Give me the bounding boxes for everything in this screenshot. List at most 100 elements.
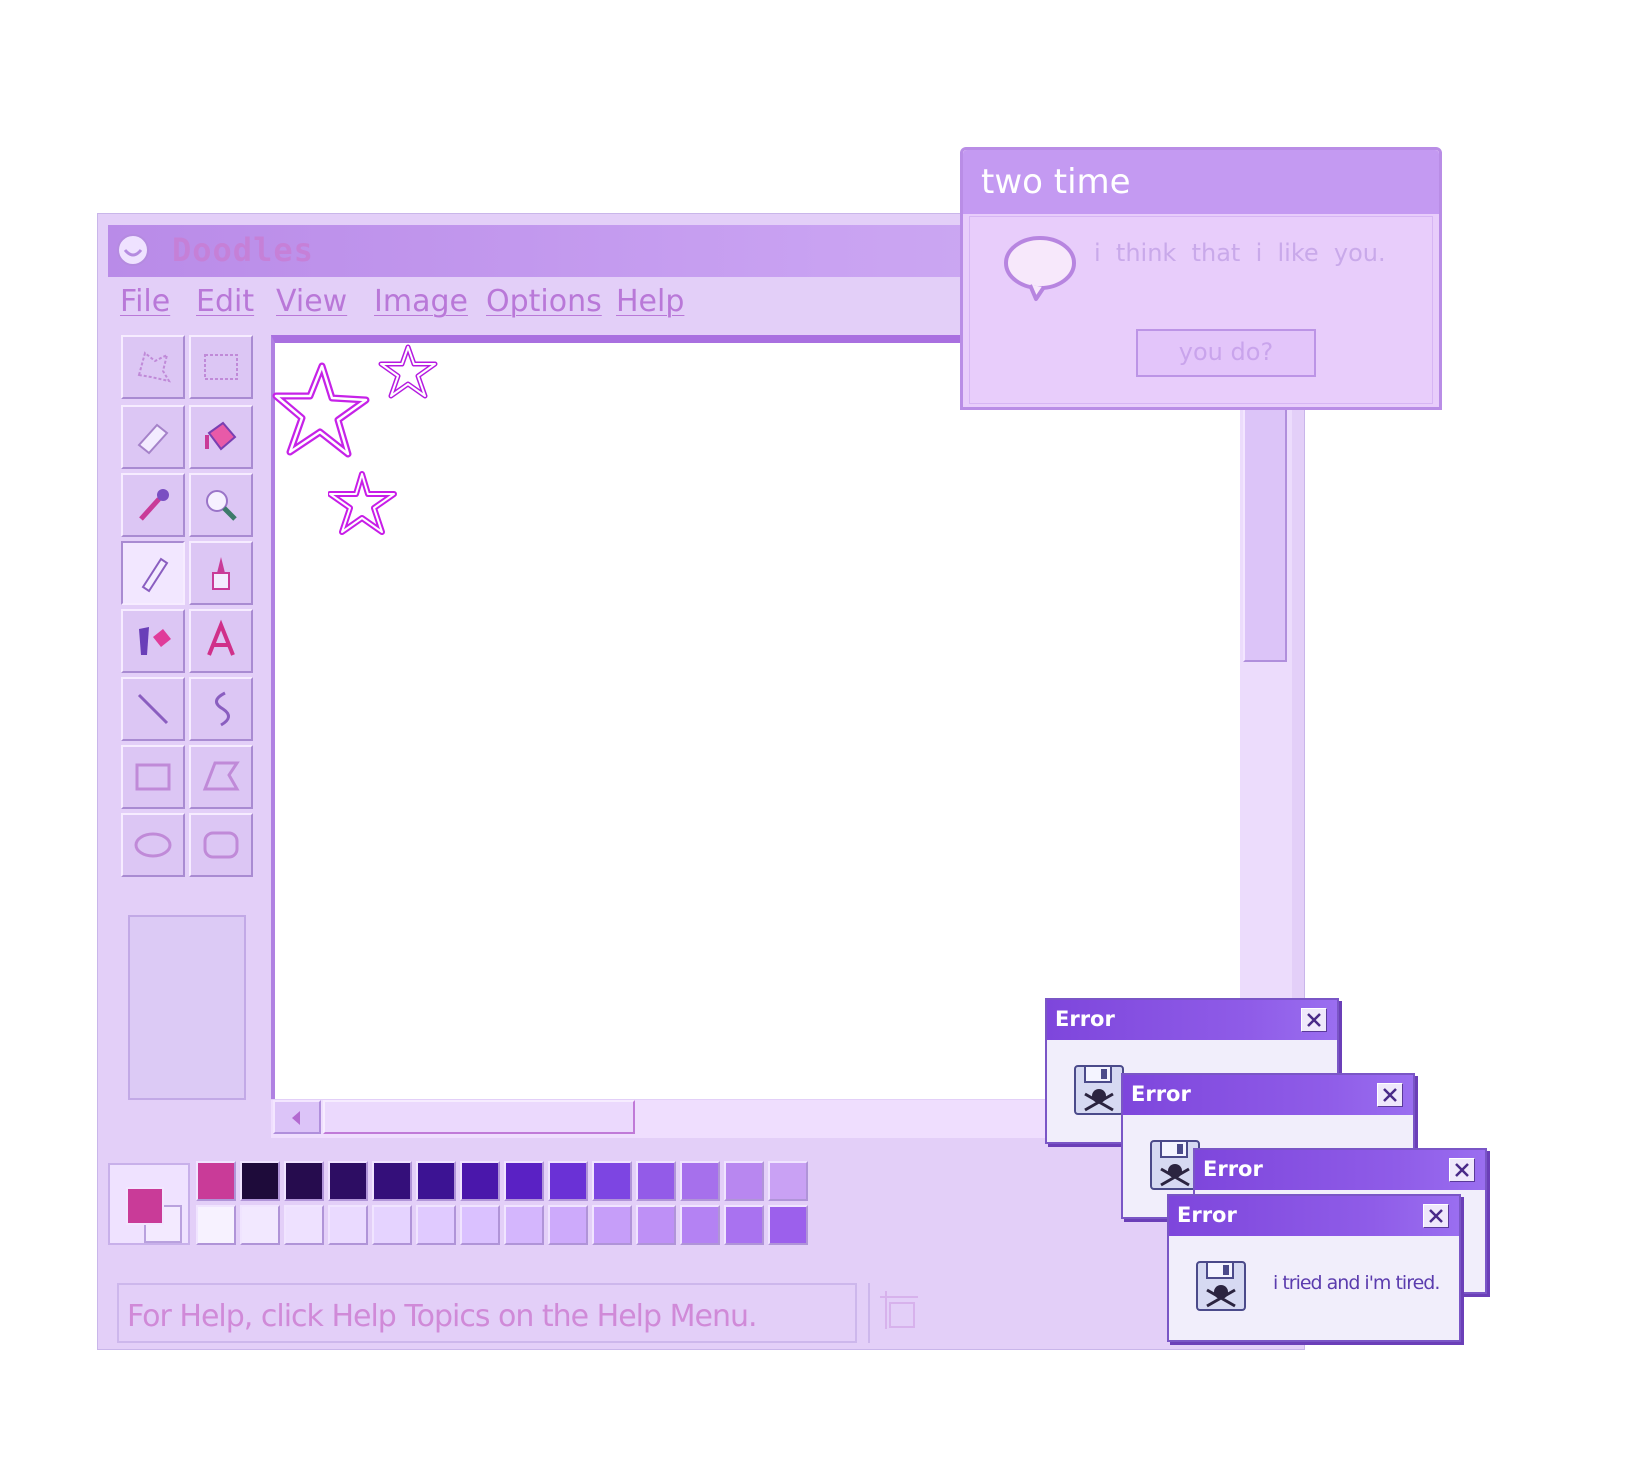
error-close-button[interactable]	[1423, 1204, 1449, 1228]
horizontal-scroll-thumb[interactable]	[323, 1100, 635, 1134]
paint-title: Doodles	[172, 231, 314, 269]
status-bar: For Help, click Help Topics on the Help …	[113, 1283, 1303, 1343]
floppy-skull-icon	[1074, 1065, 1124, 1115]
menu-options[interactable]: Options	[486, 284, 602, 319]
error-title: Error	[1055, 1007, 1115, 1031]
tool-ellipse[interactable]	[121, 813, 185, 877]
error-title: Error	[1203, 1157, 1263, 1181]
palette-swatch[interactable]	[372, 1161, 412, 1201]
tool-eraser[interactable]	[121, 405, 185, 469]
palette-swatch[interactable]	[328, 1205, 368, 1245]
palette-swatch[interactable]	[416, 1205, 456, 1245]
palette-swatch[interactable]	[548, 1161, 588, 1201]
palette-swatch[interactable]	[592, 1205, 632, 1245]
tool-pick-color[interactable]	[121, 473, 185, 537]
error-close-button[interactable]	[1449, 1158, 1475, 1182]
tool-magnifier[interactable]	[189, 473, 253, 537]
menu-file[interactable]: File	[120, 284, 170, 319]
palette-swatch[interactable]	[504, 1205, 544, 1245]
status-text-panel: For Help, click Help Topics on the Help …	[117, 1283, 857, 1343]
tool-free-form-select[interactable]	[121, 335, 185, 399]
error-title-bar[interactable]: Error	[1123, 1075, 1413, 1115]
error-title-bar[interactable]: Error	[1195, 1150, 1485, 1190]
medium-star-drawing	[328, 471, 397, 535]
palette-swatch[interactable]	[504, 1161, 544, 1201]
scroll-left-button[interactable]	[273, 1100, 321, 1134]
palette-swatch[interactable]	[768, 1205, 808, 1245]
tool-airbrush[interactable]	[121, 609, 185, 673]
error-title-bar[interactable]: Error	[1169, 1196, 1459, 1236]
line-icon	[137, 693, 169, 725]
message-reply-button[interactable]: you do?	[1136, 329, 1316, 377]
tool-pencil[interactable]	[121, 541, 185, 605]
tool-select[interactable]	[189, 335, 253, 399]
airbrush-icon	[139, 627, 171, 655]
foreground-color-swatch[interactable]	[126, 1187, 164, 1225]
menu-view[interactable]: View	[276, 284, 347, 319]
polygon-icon	[202, 761, 240, 791]
cursor-position-icon	[880, 1291, 918, 1329]
fill-bucket-icon	[205, 421, 237, 451]
palette-swatch[interactable]	[284, 1161, 324, 1201]
tool-options-box[interactable]	[128, 915, 246, 1100]
palette-swatch[interactable]	[592, 1161, 632, 1201]
close-icon	[1383, 1088, 1397, 1102]
palette-swatch[interactable]	[680, 1161, 720, 1201]
error-dialog-4: Error i tried and i'm tired.	[1167, 1194, 1461, 1342]
menu-edit[interactable]: Edit	[196, 284, 254, 319]
palette-swatch[interactable]	[240, 1205, 280, 1245]
drawing-canvas[interactable]	[271, 335, 1283, 1099]
palette-swatch[interactable]	[372, 1205, 412, 1245]
tool-rounded-rectangle[interactable]	[189, 813, 253, 877]
error-close-button[interactable]	[1301, 1008, 1327, 1032]
palette-swatch[interactable]	[548, 1205, 588, 1245]
tool-polygon[interactable]	[189, 745, 253, 809]
menu-help[interactable]: Help	[616, 284, 684, 319]
error-title-bar[interactable]: Error	[1047, 1000, 1337, 1040]
vertical-scroll-thumb[interactable]	[1243, 400, 1287, 662]
tool-brush[interactable]	[189, 541, 253, 605]
tool-fill[interactable]	[189, 405, 253, 469]
rounded-rectangle-icon	[203, 831, 239, 859]
error-title: Error	[1131, 1082, 1191, 1106]
tool-curve[interactable]	[189, 677, 253, 741]
magnifier-icon	[206, 490, 237, 521]
ellipse-icon	[134, 832, 172, 858]
free-form-select-icon	[137, 351, 172, 383]
palette-swatch[interactable]	[636, 1161, 676, 1201]
message-dialog: two time i think that i like you. you do…	[960, 147, 1442, 410]
message-text: i think that i like you.	[1094, 239, 1386, 267]
current-colors	[108, 1163, 190, 1245]
close-icon	[1429, 1209, 1443, 1223]
arrow-left-icon	[292, 1111, 300, 1125]
text-icon	[207, 619, 235, 656]
color-palette	[108, 1155, 848, 1255]
palette-swatch[interactable]	[724, 1161, 764, 1201]
error-close-button[interactable]	[1377, 1083, 1403, 1107]
close-icon	[1307, 1013, 1321, 1027]
palette-swatch[interactable]	[680, 1205, 720, 1245]
tool-text[interactable]	[189, 609, 253, 673]
palette-swatch[interactable]	[768, 1161, 808, 1201]
palette-swatch[interactable]	[636, 1205, 676, 1245]
small-star-drawing	[378, 344, 438, 399]
menu-image[interactable]: Image	[374, 284, 468, 319]
error-message: i tried and i'm tired.	[1273, 1272, 1440, 1294]
status-text: For Help, click Help Topics on the Help …	[127, 1299, 758, 1334]
palette-swatch[interactable]	[284, 1205, 324, 1245]
palette-swatch[interactable]	[460, 1205, 500, 1245]
palette-swatch[interactable]	[240, 1161, 280, 1201]
eraser-icon	[137, 423, 169, 455]
palette-swatch[interactable]	[416, 1161, 456, 1201]
message-title-bar[interactable]: two time	[963, 150, 1439, 214]
palette-swatch[interactable]	[196, 1205, 236, 1245]
error-title: Error	[1177, 1203, 1237, 1227]
palette-swatch[interactable]	[196, 1161, 236, 1201]
tool-rectangle[interactable]	[121, 745, 185, 809]
floppy-skull-icon	[1196, 1261, 1246, 1311]
tool-line[interactable]	[121, 677, 185, 741]
close-icon	[1455, 1163, 1469, 1177]
palette-swatch[interactable]	[724, 1205, 764, 1245]
palette-swatch[interactable]	[328, 1161, 368, 1201]
palette-swatch[interactable]	[460, 1161, 500, 1201]
